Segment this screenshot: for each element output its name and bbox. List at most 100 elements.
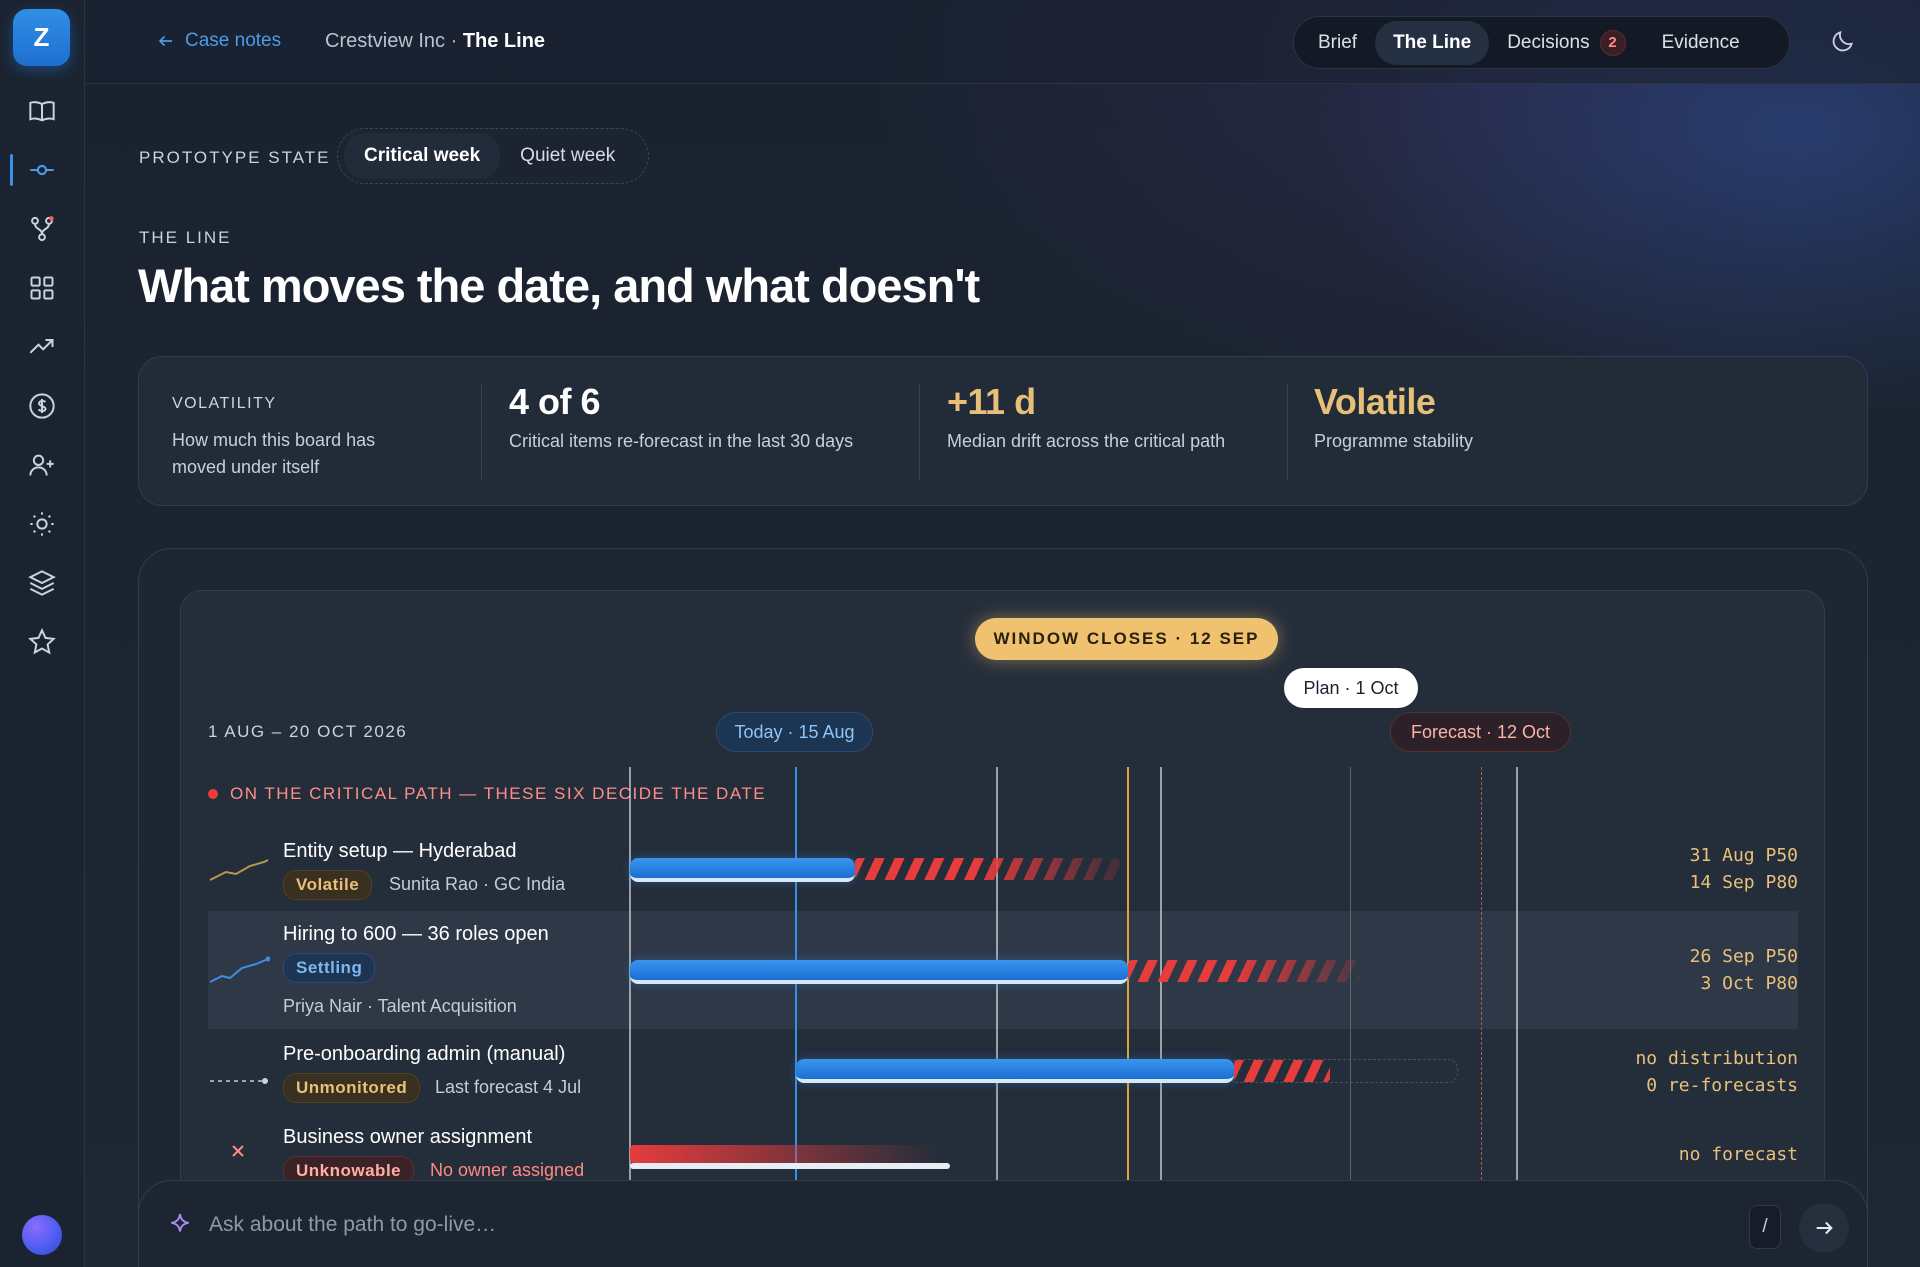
layers-icon (28, 570, 56, 596)
tab-brief[interactable]: Brief (1300, 21, 1375, 65)
ask-bar: Ask about the path to go-live… / (138, 1180, 1868, 1267)
add-user-icon (29, 454, 54, 476)
top-bar: Case notes Crestview Inc · The Line Brie… (85, 0, 1920, 84)
trending-up-icon (29, 339, 54, 354)
tab-the-line[interactable]: The Line (1375, 20, 1490, 65)
sidebar-item-timeline[interactable] (22, 150, 62, 190)
volatility-caption: VOLATILITY (172, 395, 277, 412)
critical-path-heading: ON THE CRITICAL PATH — THESE SIX DECIDE … (208, 784, 766, 804)
shortcut-hint: / (1749, 1205, 1781, 1249)
sidebar-item-layers[interactable] (22, 563, 62, 603)
progress-bar (630, 858, 855, 882)
task-owner: Sunita Rao · GC India (389, 874, 566, 894)
branch-icon (31, 216, 54, 242)
tab-decisions[interactable]: Decisions 2 (1489, 19, 1643, 67)
row-forecast-meta: no distribution 0 re-forecasts (1635, 1045, 1798, 1099)
critical-path-label: ON THE CRITICAL PATH — THESE SIX DECIDE … (230, 784, 767, 803)
gridline (1516, 767, 1518, 1180)
sidebar: Z (0, 0, 85, 1267)
stat-reforecast-label: Critical items re-forecast in the last 3… (509, 431, 854, 451)
plan-bar (630, 1163, 950, 1169)
forecast-line (1481, 767, 1482, 1180)
book-icon (29, 101, 55, 122)
sidebar-item-favorites[interactable] (22, 622, 62, 662)
tab-brief-label: Brief (1318, 31, 1358, 53)
page-title: What moves the date, and what doesn't (138, 259, 980, 312)
sparkle-icon (171, 1213, 189, 1232)
row-forecast-meta: 26 Sep P50 3 Oct P80 (1690, 943, 1798, 997)
task-owner: No owner assigned (430, 1160, 585, 1180)
critical-dot (208, 789, 218, 799)
app-logo[interactable]: Z (13, 9, 70, 66)
task-title[interactable]: Business owner assignment (283, 1126, 532, 1149)
tab-evidence-label: Evidence (1661, 31, 1740, 53)
user-avatar[interactable] (22, 1215, 62, 1255)
close-x-icon (232, 1145, 244, 1157)
status-badge: Volatile (283, 870, 373, 900)
trend-sparkline-icon (209, 956, 270, 983)
tab-decisions-label: Decisions (1507, 31, 1590, 53)
today-marker: Today · 15 Aug (716, 712, 873, 752)
ask-input[interactable]: Ask about the path to go-live… (209, 1213, 496, 1237)
breadcrumb-page: The Line (462, 30, 546, 52)
decisions-count-badge: 2 (1599, 29, 1626, 56)
theme-toggle-moon-icon[interactable] (1830, 28, 1856, 54)
back-link-label: Case notes (185, 30, 282, 51)
back-link[interactable]: Case notes (157, 30, 281, 52)
no-trend-dashed-icon (210, 1078, 268, 1084)
status-badge: Settling (283, 953, 376, 983)
tab-the-line-label: The Line (1393, 31, 1472, 53)
task-owner: Priya Nair · Talent Acquisition (283, 996, 517, 1016)
p50-value: 31 Aug P50 (1689, 845, 1798, 866)
sidebar-item-trends[interactable] (22, 327, 62, 367)
sidebar-item-book[interactable] (22, 91, 62, 131)
option-critical-week[interactable]: Critical week (344, 133, 501, 179)
forecast-drift-bar (1128, 960, 1360, 982)
stat-drift-label: Median drift across the critical path (947, 431, 1226, 451)
send-button[interactable] (1799, 1203, 1849, 1253)
timeline-icon (30, 164, 54, 176)
task-title[interactable]: Pre-onboarding admin (manual) (283, 1043, 565, 1066)
window-closes-marker: WINDOW CLOSES · 12 SEP (975, 618, 1278, 660)
sidebar-item-people[interactable] (22, 445, 62, 485)
sidebar-active-indicator (10, 154, 13, 186)
p80-value: 14 Sep P80 (1689, 872, 1798, 893)
grid-icon (30, 276, 54, 300)
prototype-state-toggle: Critical week Quiet week (337, 128, 649, 184)
stat-reforecast-value: 4 of 6 (509, 381, 601, 422)
sidebar-item-finance[interactable] (22, 386, 62, 426)
stat-stability-label: Programme stability (1314, 431, 1474, 451)
breadcrumb-company: Crestview Inc · (325, 30, 463, 52)
section-eyebrow: THE LINE (139, 228, 232, 247)
stat-stability-value: Volatile (1314, 381, 1436, 422)
volatility-card: VOLATILITY How much this board has moved… (138, 356, 1868, 506)
task-title[interactable]: Entity setup — Hyderabad (283, 840, 516, 863)
task-title[interactable]: Hiring to 600 — 36 roles open (283, 923, 549, 946)
forecast-drift-bar (1234, 1060, 1330, 1082)
row-forecast-meta: 31 Aug P50 14 Sep P80 (1690, 842, 1798, 896)
sidebar-item-grid[interactable] (22, 268, 62, 308)
reforecast-count: 0 re-forecasts (1646, 1075, 1798, 1096)
row-forecast-meta: no forecast (1679, 1141, 1798, 1168)
dollar-icon (29, 393, 55, 419)
sidebar-item-branch[interactable] (22, 209, 62, 249)
divider (919, 383, 920, 481)
p50-value: 26 Sep P50 (1689, 946, 1798, 967)
p80-value: 3 Oct P80 (1700, 973, 1798, 994)
trend-sparkline-icon (209, 859, 269, 881)
status-badge: Unmonitored (283, 1073, 421, 1103)
progress-bar (796, 1059, 1234, 1083)
option-quiet-week[interactable]: Quiet week (500, 133, 635, 179)
plan-date-marker: Plan · 1 Oct (1284, 668, 1418, 708)
arrow-left-icon (158, 35, 172, 47)
date-range-label: 1 AUG – 20 OCT 2026 (208, 722, 408, 741)
stat-drift-value: +11 d (947, 381, 1036, 422)
volatility-description: How much this board has moved under itse… (172, 430, 376, 477)
sidebar-item-insights[interactable] (22, 504, 62, 544)
view-tabs: Brief The Line Decisions 2 Evidence (1293, 16, 1790, 69)
progress-bar (630, 960, 1128, 984)
tab-evidence[interactable]: Evidence (1644, 21, 1758, 65)
sun-icon (30, 512, 54, 536)
divider (1287, 383, 1288, 481)
forecast-date-marker: Forecast · 12 Oct (1390, 712, 1571, 752)
